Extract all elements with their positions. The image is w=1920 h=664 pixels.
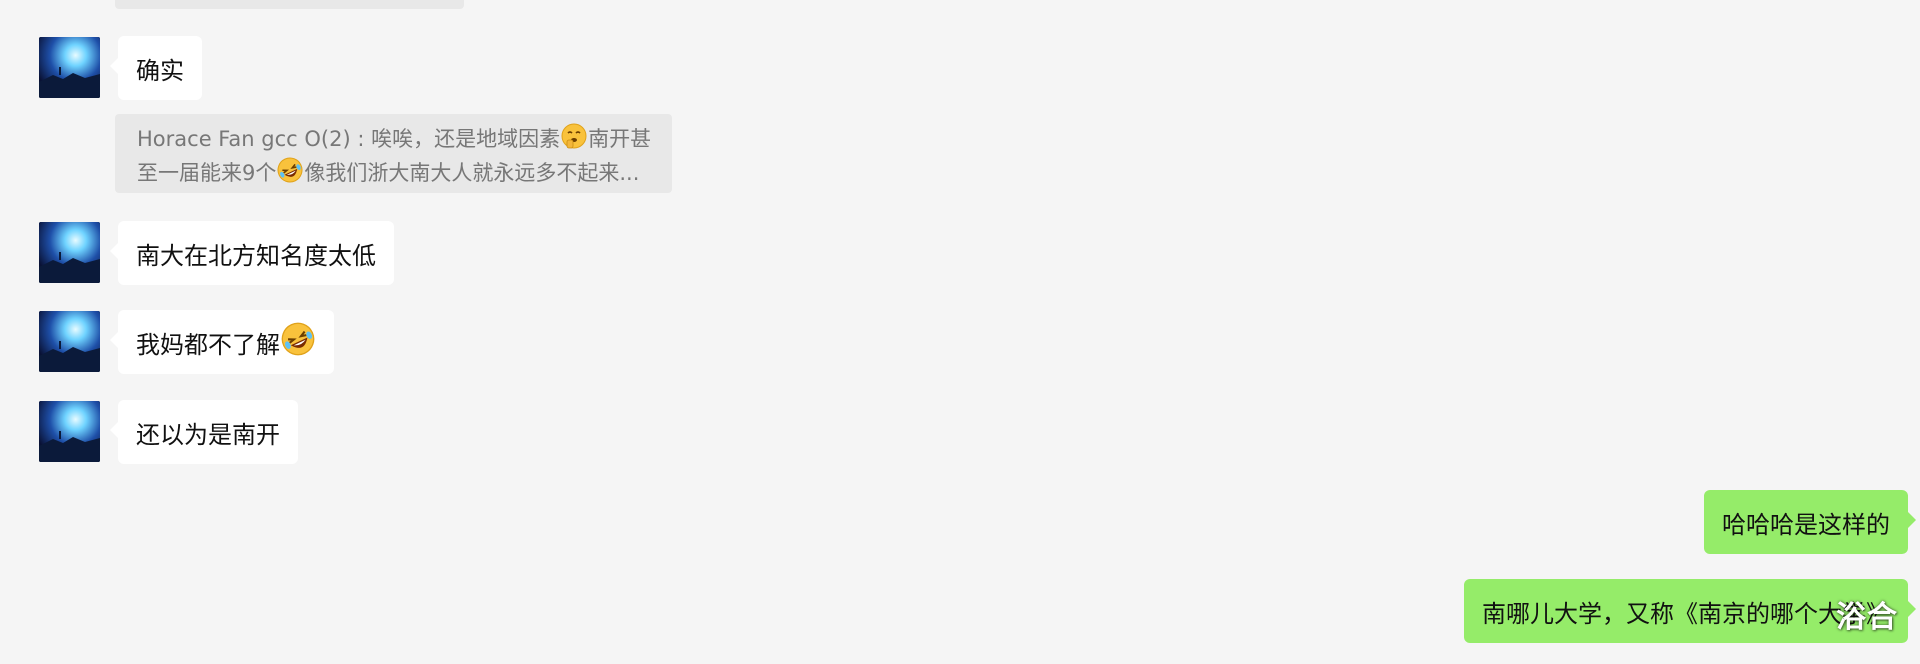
quote-text-part: 唉唉，还是地域因素 (371, 127, 561, 151)
watermark: 浴合 (1836, 600, 1898, 635)
message-row: 我妈都不了解 (39, 310, 334, 374)
incoming-message-bubble[interactable]: 我妈都不了解 (110, 310, 334, 374)
chat-message-area: 确实 Horace Fan gcc O(2) : 唉唉，还是地域因素 南开甚 至一… (0, 0, 1920, 664)
message-text: 南大在北方知名度太低 (136, 241, 376, 270)
incoming-message-bubble[interactable]: 南大在北方知名度太低 (110, 221, 394, 285)
quote-text-part: 南开甚 (588, 127, 650, 151)
contact-avatar[interactable] (39, 311, 100, 372)
message-row: 南大在北方知名度太低 (39, 221, 394, 285)
rolling-laughing-icon (281, 322, 315, 362)
message-text: 我妈都不了解 (136, 330, 280, 359)
message-text: 南哪儿大学，又称《南京的哪个大学》 (1482, 599, 1890, 628)
avatar-image-icon (39, 401, 100, 462)
contact-avatar[interactable] (39, 222, 100, 283)
avatar-image-icon (39, 311, 100, 372)
contact-avatar[interactable] (39, 401, 100, 462)
message-text: 还以为是南开 (136, 420, 280, 449)
message-row: 确实 (39, 36, 202, 100)
incoming-message-bubble[interactable]: 确实 (110, 36, 202, 100)
outgoing-message-bubble[interactable]: 哈哈哈是这样的 (1704, 490, 1916, 554)
rolling-laughing-icon (277, 157, 303, 191)
quote-separator: : (350, 127, 372, 151)
shushing-face-icon (561, 123, 587, 157)
quote-sender: Horace Fan gcc O(2) (137, 127, 351, 151)
quote-line-2: 至一届能来9个 像我们浙大南大人就永远多不起来... (137, 157, 650, 191)
avatar-image-icon (39, 37, 100, 98)
incoming-message-bubble[interactable]: 还以为是南开 (110, 400, 298, 464)
contact-avatar[interactable] (39, 37, 100, 98)
message-row: 哈哈哈是这样的 (1704, 490, 1916, 554)
quoted-message[interactable]: Horace Fan gcc O(2) : 唉唉，还是地域因素 南开甚 至一届能来… (115, 114, 672, 193)
quote-line-1: Horace Fan gcc O(2) : 唉唉，还是地域因素 南开甚 (137, 123, 650, 157)
avatar-image-icon (39, 222, 100, 283)
message-text: 哈哈哈是这样的 (1722, 510, 1890, 539)
quote-text-part: 至一届能来9个 (137, 161, 277, 185)
quote-text-part: 像我们浙大南大人就永远多不起来... (304, 161, 640, 185)
previous-quote-fragment (115, 0, 464, 9)
message-text: 确实 (136, 56, 184, 85)
message-row: 还以为是南开 (39, 400, 298, 464)
